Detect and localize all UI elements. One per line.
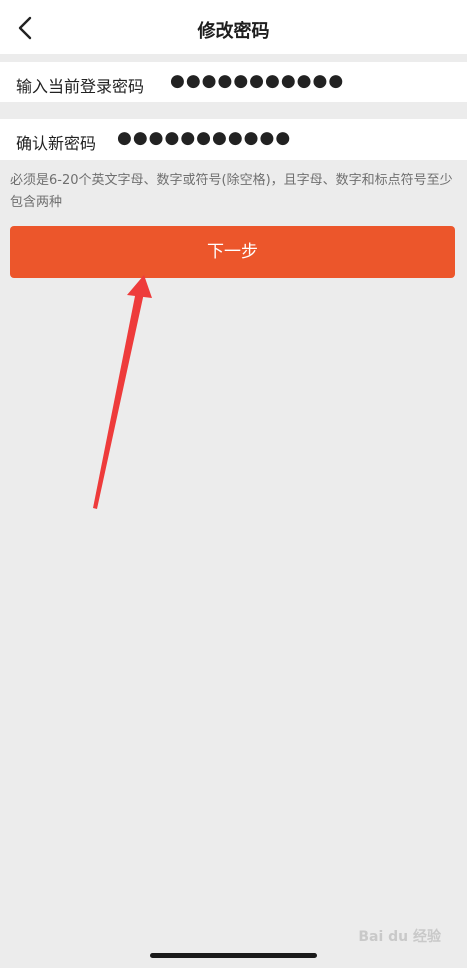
current-password-row[interactable]: 输入当前登录密码 ●●●●●●●●●●● xyxy=(0,62,467,102)
arrow-head xyxy=(127,275,152,298)
header-bar: 修改密码 xyxy=(0,0,467,54)
current-password-field[interactable]: ●●●●●●●●●●● xyxy=(170,71,344,91)
next-step-button[interactable]: 下一步 xyxy=(10,226,455,278)
new-password-row[interactable]: 确认新密码 ●●●●●●●●●●● xyxy=(0,119,467,160)
current-password-label: 输入当前登录密码 xyxy=(16,77,145,96)
page-title: 修改密码 xyxy=(197,21,270,42)
new-password-field[interactable]: ●●●●●●●●●●● xyxy=(117,128,291,148)
watermark: Bai du 经验 xyxy=(358,929,441,945)
password-hint: 必须是6-20个英文字母、数字或符号(除空格)，且字母、数字和标点符号至少包含两… xyxy=(10,173,453,210)
home-indicator[interactable] xyxy=(150,953,317,958)
arrow-shaft xyxy=(93,291,144,509)
new-password-label: 确认新密码 xyxy=(16,134,97,153)
